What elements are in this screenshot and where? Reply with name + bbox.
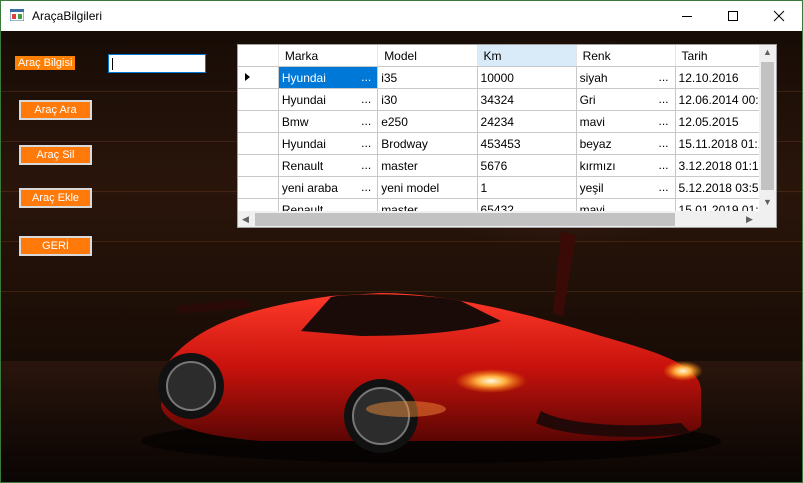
add-vehicle-button[interactable]: Araç Ekle — [19, 188, 92, 208]
scroll-right-arrow-icon[interactable]: ▶ — [746, 214, 753, 225]
minimize-icon — [682, 16, 692, 17]
vehicle-info-label: Araç Bilgisi — [15, 56, 76, 70]
combo-dropdown-ellipsis[interactable]: ... — [361, 114, 371, 128]
combo-dropdown-ellipsis[interactable]: ... — [361, 180, 371, 194]
combo-dropdown-ellipsis[interactable]: ... — [361, 70, 371, 84]
cell-km[interactable]: 1 — [477, 176, 577, 199]
combo-dropdown-ellipsis[interactable]: ... — [659, 136, 669, 150]
cell-marka[interactable]: Bmw... — [278, 110, 379, 133]
combo-dropdown-ellipsis[interactable]: ... — [659, 158, 669, 172]
app-window-icon — [10, 9, 24, 21]
maximize-button[interactable] — [710, 1, 756, 31]
cell-km[interactable]: 453453 — [477, 132, 577, 155]
cell-model[interactable]: master — [377, 154, 478, 177]
close-button[interactable] — [756, 1, 802, 31]
horizontal-scroll-thumb[interactable] — [255, 213, 675, 226]
row-header[interactable] — [238, 154, 279, 177]
horizontal-scrollbar[interactable]: ◀ ▶ — [238, 211, 759, 227]
cell-marka[interactable]: Hyundai... — [278, 66, 379, 89]
column-header-renk[interactable]: Renk — [576, 45, 676, 67]
form-client-area: Araç Bilgisi Araç Ara Araç Sil Araç Ekle… — [1, 31, 802, 482]
cell-km[interactable]: 10000 — [477, 66, 577, 89]
delete-vehicle-button[interactable]: Araç Sil — [19, 145, 92, 165]
text-caret — [112, 58, 113, 70]
cell-km[interactable]: 34324 — [477, 88, 577, 111]
cell-renk[interactable]: siyah... — [576, 66, 676, 89]
combo-dropdown-ellipsis[interactable]: ... — [659, 114, 669, 128]
table-row[interactable]: Renault... master 5676 kırmızı... 3.12.2… — [238, 154, 776, 177]
row-header[interactable] — [238, 110, 279, 133]
scroll-left-arrow-icon[interactable]: ◀ — [242, 214, 249, 225]
cell-renk[interactable]: beyaz... — [576, 132, 676, 155]
title-bar[interactable]: AraçaBilgileri — [1, 1, 802, 31]
combo-dropdown-ellipsis[interactable]: ... — [361, 136, 371, 150]
close-icon — [773, 10, 785, 22]
table-row[interactable]: Hyundai... i35 10000 siyah... 12.10.2016 — [238, 66, 776, 89]
cell-model[interactable]: i30 — [377, 88, 478, 111]
window-title: AraçaBilgileri — [32, 9, 103, 23]
combo-dropdown-ellipsis[interactable]: ... — [659, 70, 669, 84]
cell-model[interactable]: e250 — [377, 110, 478, 133]
vertical-scrollbar[interactable]: ▲ ▼ — [759, 45, 776, 211]
scrollbar-corner — [759, 211, 776, 227]
combo-dropdown-ellipsis[interactable]: ... — [659, 92, 669, 106]
column-header-marka[interactable]: Marka — [278, 45, 379, 67]
cell-model[interactable]: Brodway — [377, 132, 478, 155]
minimize-button[interactable] — [664, 1, 710, 31]
table-row[interactable]: Bmw... e250 24234 mavi... 12.05.2015 — [238, 110, 776, 133]
back-button[interactable]: GERİ — [19, 236, 92, 256]
row-header[interactable] — [238, 88, 279, 111]
column-header-km[interactable]: Km — [477, 45, 577, 67]
search-vehicle-button[interactable]: Araç Ara — [19, 100, 92, 120]
scroll-up-arrow-icon[interactable]: ▲ — [763, 47, 772, 57]
combo-dropdown-ellipsis[interactable]: ... — [361, 158, 371, 172]
maximize-icon — [728, 11, 738, 21]
application-window: AraçaBilgileri Araç Bilgisi Araç Ara Ara… — [0, 0, 803, 483]
row-header[interactable] — [238, 176, 279, 199]
table-row[interactable]: Hyundai... i30 34324 Gri... 12.06.2014 0… — [238, 88, 776, 111]
cell-marka[interactable]: Hyundai... — [278, 132, 379, 155]
row-header-current[interactable] — [238, 66, 279, 89]
cell-marka[interactable]: Renault... — [278, 154, 379, 177]
cell-model[interactable]: yeni model — [377, 176, 478, 199]
vertical-scroll-thumb[interactable] — [761, 62, 774, 190]
cell-km[interactable]: 24234 — [477, 110, 577, 133]
table-row[interactable]: Hyundai... Brodway 453453 beyaz... 15.11… — [238, 132, 776, 155]
cell-model[interactable]: i35 — [377, 66, 478, 89]
combo-dropdown-ellipsis[interactable]: ... — [361, 92, 371, 106]
cell-renk[interactable]: mavi... — [576, 110, 676, 133]
current-row-arrow-icon — [245, 73, 250, 81]
vehicle-table: Marka Model Km Renk Tarih Hyundai... i35… — [238, 45, 776, 221]
cell-renk[interactable]: Gri... — [576, 88, 676, 111]
combo-dropdown-ellipsis[interactable]: ... — [659, 180, 669, 194]
cell-renk[interactable]: kırmızı... — [576, 154, 676, 177]
vehicle-search-input[interactable] — [108, 54, 206, 73]
cell-marka[interactable]: Hyundai... — [278, 88, 379, 111]
vehicle-data-grid[interactable]: Marka Model Km Renk Tarih Hyundai... i35… — [237, 44, 777, 228]
column-header-model[interactable]: Model — [377, 45, 478, 67]
cell-marka[interactable]: yeni araba... — [278, 176, 379, 199]
cell-km[interactable]: 5676 — [477, 154, 577, 177]
cell-renk[interactable]: yeşil... — [576, 176, 676, 199]
scroll-down-arrow-icon[interactable]: ▼ — [763, 197, 772, 207]
row-header-corner — [238, 45, 279, 67]
table-row[interactable]: yeni araba... yeni model 1 yeşil... 5.12… — [238, 176, 776, 199]
row-header[interactable] — [238, 132, 279, 155]
table-header-row: Marka Model Km Renk Tarih — [238, 45, 776, 67]
